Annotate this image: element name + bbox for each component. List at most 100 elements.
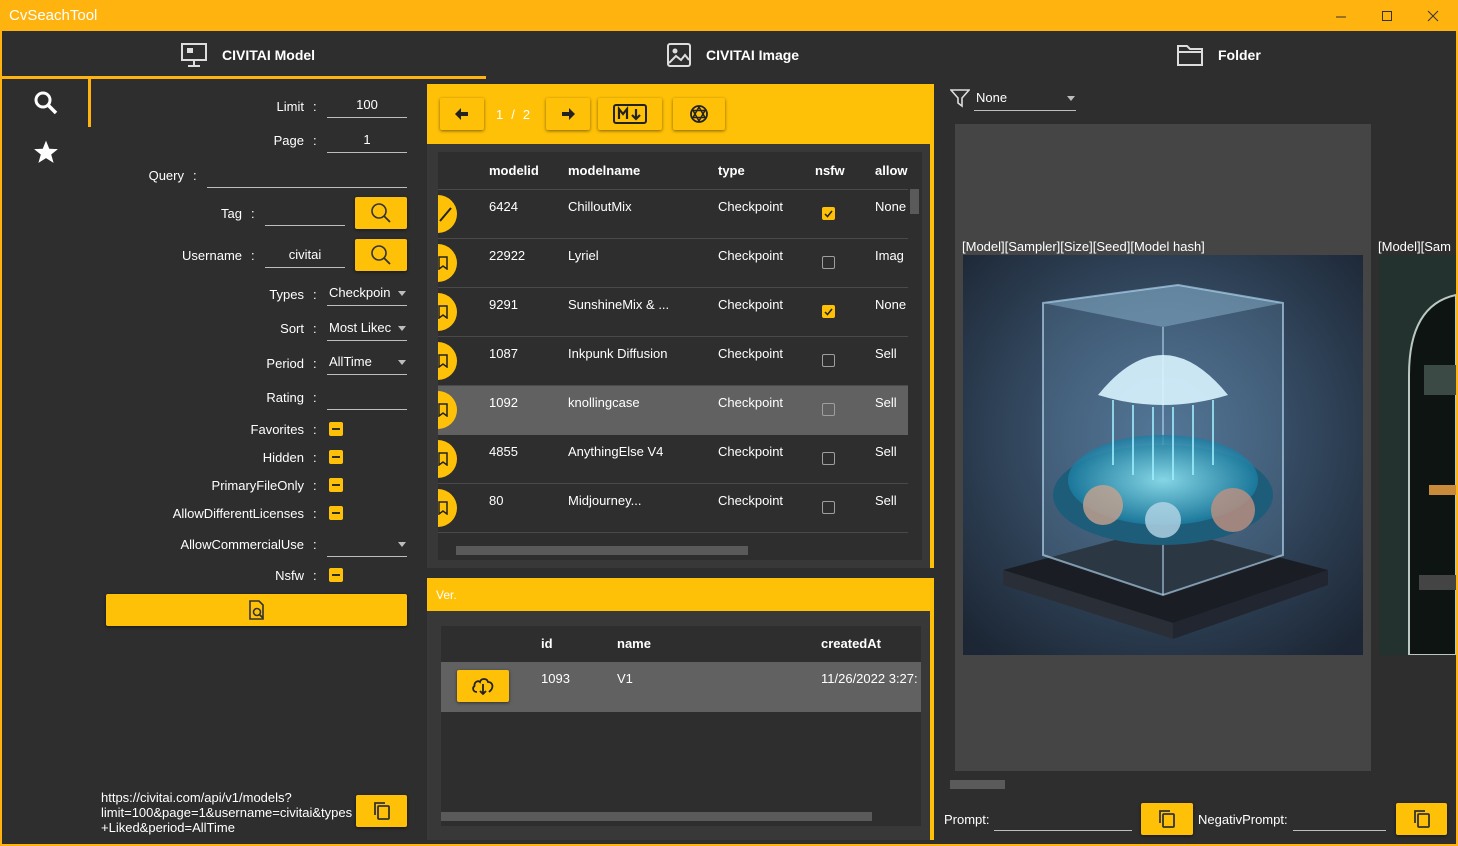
run-search-button[interactable] xyxy=(106,594,407,626)
bookmark-row-button[interactable] xyxy=(438,342,457,380)
edit-row-button[interactable] xyxy=(438,195,457,233)
horizontal-scrollbar-thumb[interactable] xyxy=(441,812,872,821)
column-header[interactable]: type xyxy=(718,163,745,178)
negative-prompt-input[interactable] xyxy=(1293,810,1386,831)
page-input[interactable]: 1 xyxy=(327,131,407,153)
cell-modelname: AnythingElse V4 xyxy=(568,444,664,459)
bookmark-row-button[interactable] xyxy=(438,244,457,282)
nsfw-checkbox[interactable] xyxy=(822,403,835,416)
horizontal-scrollbar-thumb[interactable] xyxy=(456,546,748,555)
hidden-checkbox[interactable] xyxy=(329,450,343,464)
colon: : xyxy=(313,537,317,552)
tag-input[interactable] xyxy=(265,204,345,226)
table-row[interactable]: 4855 AnythingElse V4 Checkpoint Sell xyxy=(438,435,908,484)
rail-favorites[interactable] xyxy=(33,139,59,168)
tag-search-button[interactable] xyxy=(355,197,407,229)
close-button[interactable] xyxy=(1410,0,1456,31)
primary-file-only-checkbox[interactable] xyxy=(329,478,343,492)
image-filter-select[interactable]: None xyxy=(974,89,1076,111)
nsfw-checkbox[interactable] xyxy=(822,452,835,465)
nsfw-checkbox[interactable] xyxy=(822,354,835,367)
allow-commercial-use-select[interactable] xyxy=(327,535,407,557)
export-markdown-button[interactable] xyxy=(598,98,662,130)
bookmark-row-button[interactable] xyxy=(438,440,457,478)
tab-civitai-image[interactable]: CIVITAI Image xyxy=(666,31,799,79)
column-header[interactable]: nsfw xyxy=(815,163,845,178)
bookmark-row-button[interactable] xyxy=(438,293,457,331)
colon: : xyxy=(313,356,317,371)
total-pages: 2 xyxy=(522,107,531,122)
generated-image-partial[interactable] xyxy=(1379,255,1456,655)
minimize-button[interactable] xyxy=(1318,0,1364,31)
cell-allow: Sell xyxy=(875,395,897,410)
bookmark-row-button[interactable] xyxy=(438,489,457,527)
next-page-button[interactable] xyxy=(546,98,590,130)
monitor-icon xyxy=(181,43,207,67)
limit-label: Limit xyxy=(276,99,304,114)
file-search-icon xyxy=(248,600,264,620)
openai-button[interactable] xyxy=(673,98,725,130)
image-caption: [Model][Sampler][Size][Seed][Model hash] xyxy=(962,239,1205,254)
prev-page-button[interactable] xyxy=(440,98,484,130)
cell-type: Checkpoint xyxy=(718,346,784,361)
tab-civitai-model[interactable]: CIVITAI Model xyxy=(180,31,315,79)
limit-input[interactable]: 100 xyxy=(327,96,407,118)
table-row-selected[interactable]: 1092 knollingcase Checkpoint Sell xyxy=(438,386,908,435)
cell-type: Checkpoint xyxy=(718,297,784,312)
column-header[interactable]: allow xyxy=(875,163,908,178)
page-label: Page xyxy=(273,133,304,148)
nsfw-checkbox[interactable] xyxy=(822,501,835,514)
table-row[interactable]: 1087 Inkpunk Diffusion Checkpoint Sell xyxy=(438,337,908,386)
copy-negative-prompt-button[interactable] xyxy=(1396,803,1447,835)
horizontal-scrollbar-thumb[interactable] xyxy=(950,780,1005,789)
tab-label: CIVITAI Model xyxy=(222,47,316,63)
column-header[interactable]: createdAt xyxy=(821,636,881,651)
bookmark-icon xyxy=(438,501,448,515)
column-header[interactable]: name xyxy=(617,636,651,651)
generated-image-art xyxy=(1379,255,1456,655)
maximize-button[interactable] xyxy=(1364,0,1410,31)
username-search-button[interactable] xyxy=(355,239,407,271)
rail-search[interactable] xyxy=(33,90,59,119)
cell-id: 1093 xyxy=(541,671,570,686)
cell-type: Checkpoint xyxy=(718,395,784,410)
table-row[interactable]: 9291 SunshineMix & ... Checkpoint None xyxy=(438,288,908,337)
vertical-scrollbar-thumb[interactable] xyxy=(910,189,919,214)
rail-active-indicator xyxy=(88,79,91,127)
types-label: Types xyxy=(269,287,304,302)
column-header[interactable]: modelname xyxy=(568,163,640,178)
prompt-input[interactable] xyxy=(994,810,1132,831)
favorites-checkbox[interactable] xyxy=(329,422,343,436)
cell-modelname: Midjourney... xyxy=(568,493,642,508)
app-title: CvSeachTool xyxy=(9,7,98,24)
copy-prompt-button[interactable] xyxy=(1141,803,1193,835)
colon: : xyxy=(313,450,317,465)
allow-different-licenses-checkbox[interactable] xyxy=(329,506,343,520)
bookmark-row-button[interactable] xyxy=(438,391,457,429)
table-row[interactable]: 80 Midjourney... Checkpoint Sell xyxy=(438,484,908,533)
query-input[interactable] xyxy=(207,166,407,188)
period-select[interactable]: AllTime xyxy=(327,353,407,375)
table-row[interactable]: 22922 Lyriel Checkpoint Imag xyxy=(438,239,908,288)
nsfw-label: Nsfw xyxy=(275,568,304,583)
table-row[interactable]: 6424 ChilloutMix Checkpoint None xyxy=(438,190,908,239)
column-header[interactable]: id xyxy=(541,636,553,651)
filter-icon xyxy=(949,89,971,108)
table-row-selected[interactable]: 1093 V1 11/26/2022 3:27: xyxy=(441,662,921,712)
username-input[interactable]: civitai xyxy=(265,246,345,268)
nsfw-checkbox[interactable] xyxy=(822,207,835,220)
nsfw-checkbox[interactable] xyxy=(822,256,835,269)
nsfw-checkbox[interactable] xyxy=(329,568,343,582)
window-border xyxy=(0,31,2,846)
generated-image[interactable] xyxy=(963,255,1363,655)
tag-label: Tag xyxy=(221,206,242,221)
tab-folder[interactable]: Folder xyxy=(1176,31,1261,79)
types-select[interactable]: Checkpoin xyxy=(327,284,407,306)
sort-select[interactable]: Most Likec xyxy=(327,319,407,341)
column-header[interactable]: modelid xyxy=(489,163,539,178)
copy-url-button[interactable] xyxy=(356,795,407,827)
rating-label: Rating xyxy=(266,390,304,405)
nsfw-checkbox[interactable] xyxy=(822,305,835,318)
rating-input[interactable] xyxy=(327,388,407,410)
download-button[interactable] xyxy=(457,670,509,702)
